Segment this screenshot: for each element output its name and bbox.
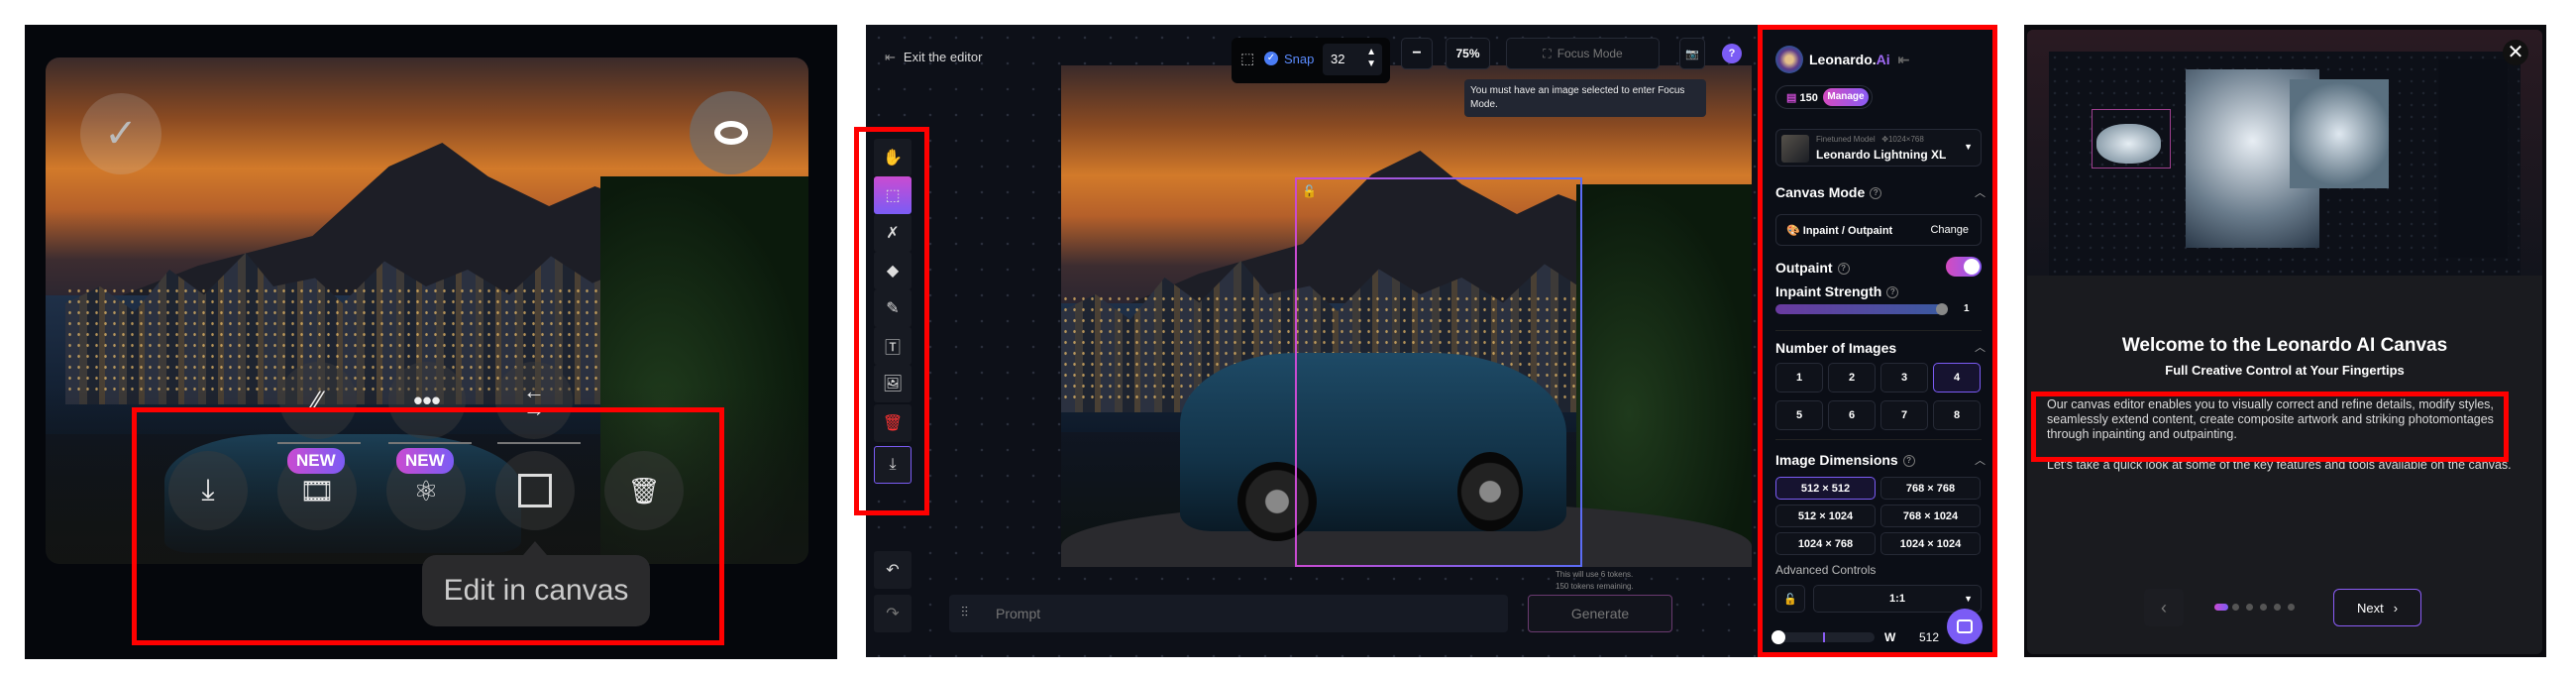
exit-arrow-icon: ⇤ — [885, 50, 896, 64]
help-button[interactable]: ? — [1722, 44, 1742, 63]
prompt-input[interactable] — [996, 599, 1491, 628]
highlight-box — [2031, 392, 2509, 462]
exit-label: Exit the editor — [903, 50, 983, 64]
select-check-button[interactable]: ✓ — [80, 93, 161, 174]
highlight-box — [132, 407, 724, 645]
generate-button[interactable]: Generate — [1528, 595, 1672, 632]
select-area-icon[interactable]: ⬚ — [1240, 50, 1254, 67]
step-indicator-dot[interactable] — [2288, 604, 2295, 611]
focus-mode-button[interactable]: ⛶ Focus Mode — [1506, 38, 1660, 69]
zoom-level[interactable]: 75% — [1446, 38, 1490, 69]
focus-mode-tooltip: You must have an image selected to enter… — [1464, 79, 1706, 117]
zoom-out-button[interactable]: − — [1401, 38, 1433, 69]
stepper-icon[interactable]: ▲ ▼ — [1366, 47, 1376, 70]
step-indicator-dot[interactable] — [2274, 604, 2281, 611]
redo-icon: ↷ — [886, 606, 900, 622]
focus-label: Focus Mode — [1556, 47, 1623, 60]
chevron-right-icon: › — [2393, 600, 2399, 616]
modal-subtitle: Full Creative Control at Your Fingertips — [2165, 363, 2405, 378]
highlight-box — [1758, 25, 1997, 657]
close-button[interactable]: ✕ — [2503, 40, 2528, 65]
redo-button[interactable]: ↷ — [874, 595, 912, 632]
prev-button[interactable]: ‹ — [2144, 589, 2184, 626]
eye-icon — [714, 121, 748, 145]
snap-size-input[interactable]: 32 ▲ ▼ — [1323, 44, 1382, 75]
prompt-settings-icon[interactable]: ⫶⫶ — [961, 604, 968, 620]
next-label: Next — [2356, 600, 2384, 616]
step-indicator-dot[interactable] — [2260, 604, 2267, 611]
camera-icon: 📷 — [1685, 48, 1699, 60]
undo-button[interactable]: ↶ — [874, 551, 912, 589]
highlight-box — [854, 127, 929, 515]
generation-frame[interactable] — [1295, 177, 1582, 567]
snap-value: 32 — [1331, 52, 1345, 66]
snap-label: Snap — [1284, 52, 1315, 66]
modal-title: Welcome to the Leonardo AI Canvas — [2121, 335, 2448, 356]
view-button[interactable] — [690, 91, 773, 174]
canvas-preview-image — [2027, 30, 2542, 276]
step-indicator-dot[interactable] — [2214, 604, 2228, 611]
tokens-remaining: 150 tokens remaining. — [1556, 582, 1634, 591]
token-info: This will use 6 tokens. 150 tokens remain… — [1556, 569, 1634, 593]
next-button[interactable]: Next › — [2333, 589, 2421, 626]
check-icon: ✓ — [104, 112, 138, 156]
focus-icon: ⛶ — [1543, 46, 1552, 60]
step-indicator-dot[interactable] — [2232, 604, 2239, 611]
snapshot-button[interactable]: 📷 — [1679, 38, 1705, 69]
undo-icon: ↶ — [886, 562, 900, 579]
lock-icon[interactable]: 🔓 — [1302, 184, 1317, 198]
welcome-modal: ✕ Welcome to the Leonardo AI Canvas Full… — [2027, 30, 2542, 654]
step-indicator-dot[interactable] — [2246, 604, 2253, 611]
exit-editor-link[interactable]: ⇤ Exit the editor — [885, 50, 982, 65]
snap-checkbox[interactable]: ✓ — [1264, 52, 1278, 65]
token-cost: This will use 6 tokens. — [1556, 570, 1634, 579]
